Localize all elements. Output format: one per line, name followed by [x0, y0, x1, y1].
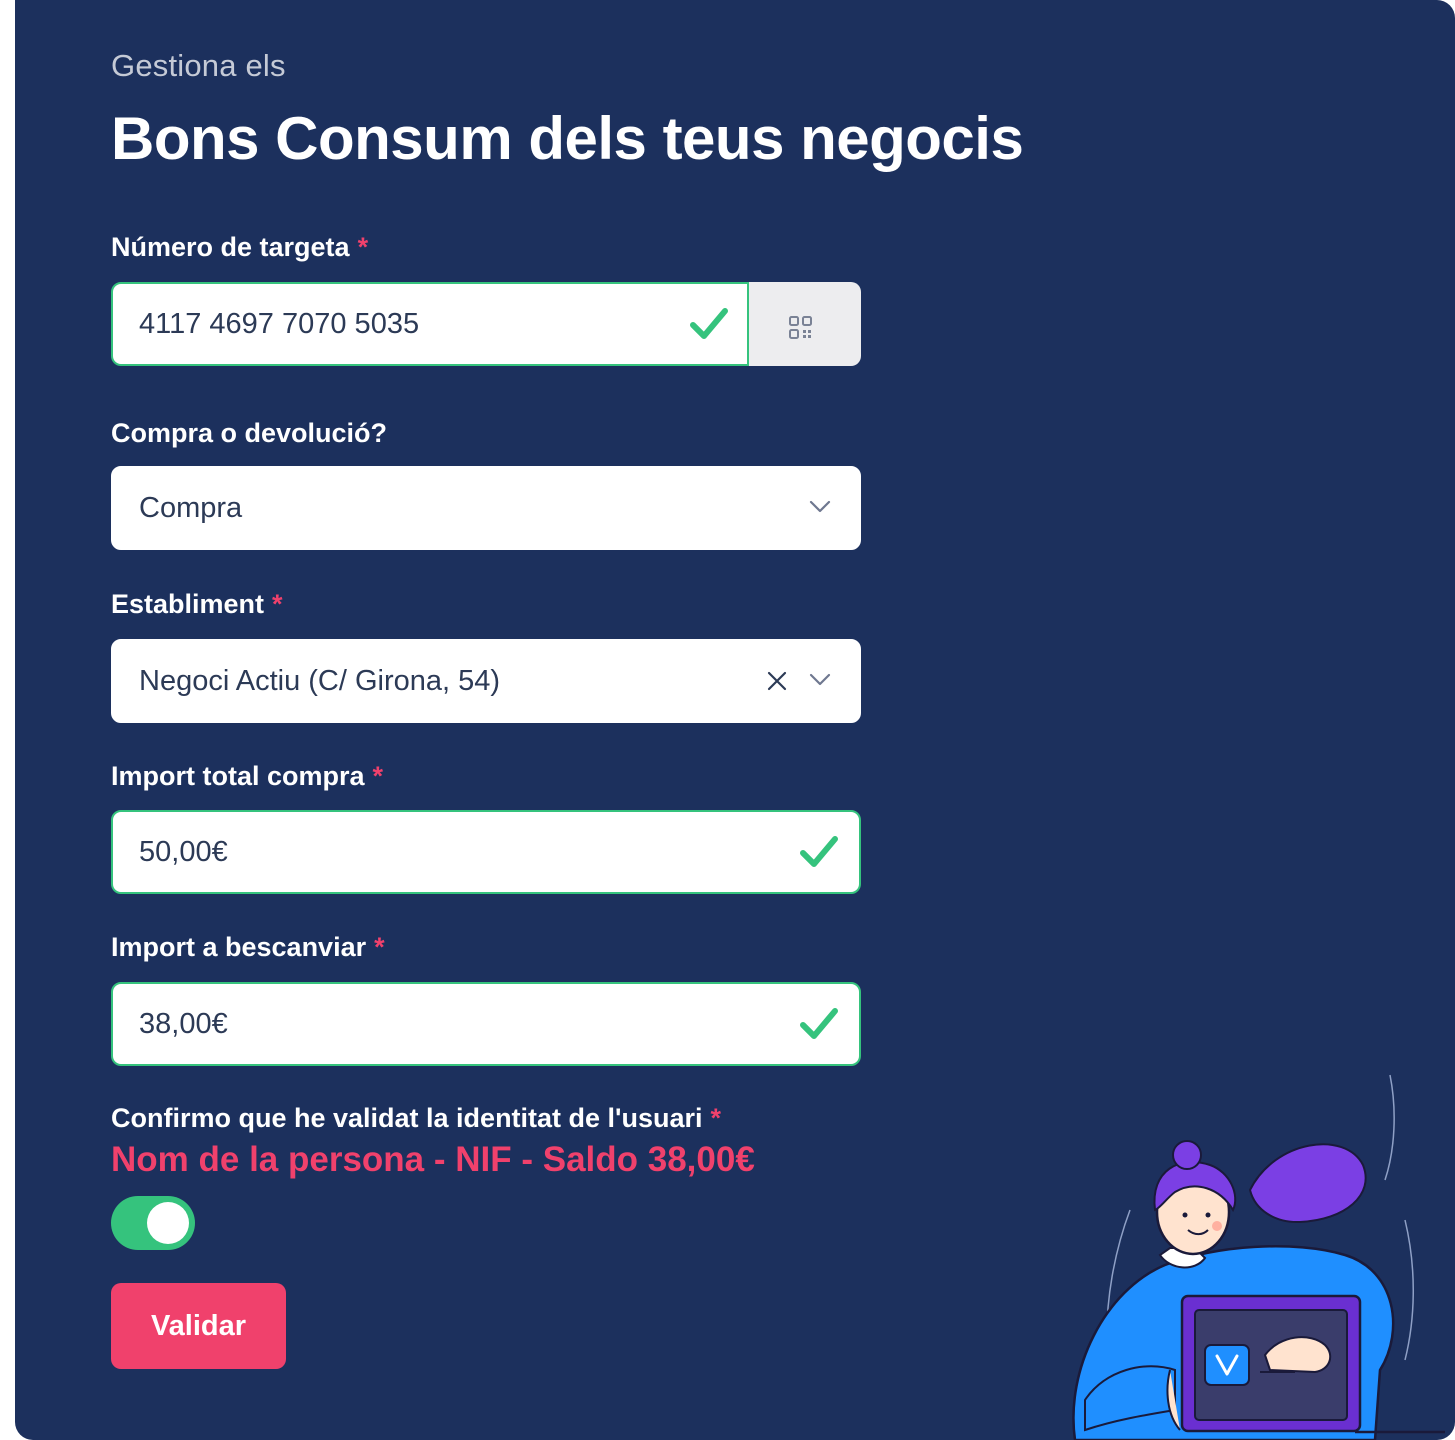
close-icon[interactable] — [767, 671, 787, 691]
required-mark: * — [374, 932, 385, 962]
validate-button[interactable]: Validar — [111, 1283, 286, 1369]
required-mark: * — [357, 232, 369, 262]
chevron-down-icon — [809, 673, 831, 686]
total-amount-label: Import total compra * — [111, 761, 383, 792]
toggle-knob — [147, 1202, 189, 1244]
required-mark: * — [710, 1103, 722, 1133]
total-amount-value: 50,00€ — [139, 836, 228, 868]
chevron-down-icon — [809, 500, 831, 513]
establishment-label-text: Establiment — [111, 589, 265, 619]
confirm-identity-label-text: Confirmo que he validat la identitat de … — [111, 1103, 703, 1133]
total-amount-input[interactable]: 50,00€ — [111, 810, 861, 894]
card-number-value: 4117 4697 7070 5035 — [139, 308, 420, 340]
card-number-label-text: Número de targeta — [111, 232, 350, 262]
establishment-label: Establiment * — [111, 589, 283, 620]
redeem-amount-label: Import a bescanviar * — [111, 932, 385, 963]
page-title: Bons Consum dels teus negocis — [111, 105, 1024, 172]
user-info-text: Nom de la persona - NIF - Saldo 38,00€ — [111, 1140, 755, 1179]
qr-code-icon — [789, 316, 812, 339]
main-panel: Gestiona els Bons Consum dels teus negoc… — [15, 0, 1455, 1440]
operation-select[interactable]: Compra — [111, 466, 861, 550]
card-number-label: Número de targeta * — [111, 232, 368, 263]
person-with-laptop-illustration — [1072, 1074, 1445, 1440]
scan-qr-button[interactable] — [749, 282, 861, 366]
check-icon — [800, 836, 838, 867]
required-mark: * — [272, 589, 283, 619]
redeem-amount-value: 38,00€ — [139, 1008, 228, 1040]
card-number-input[interactable]: 4117 4697 7070 5035 — [111, 282, 749, 366]
operation-value: Compra — [139, 492, 243, 524]
page-subtitle: Gestiona els — [111, 48, 286, 83]
operation-label: Compra o devolució? — [111, 418, 388, 448]
check-icon — [690, 308, 728, 339]
check-icon — [800, 1008, 838, 1039]
total-amount-label-text: Import total compra — [111, 761, 365, 791]
redeem-amount-input[interactable]: 38,00€ — [111, 982, 861, 1066]
establishment-select[interactable]: Negoci Actiu (C/ Girona, 54) — [111, 639, 861, 723]
required-mark: * — [372, 761, 384, 791]
establishment-value: Negoci Actiu (C/ Girona, 54) — [139, 665, 501, 697]
confirm-identity-toggle[interactable] — [111, 1196, 195, 1250]
confirm-identity-label: Confirmo que he validat la identitat de … — [111, 1103, 721, 1134]
redeem-amount-label-text: Import a bescanviar — [111, 932, 367, 962]
